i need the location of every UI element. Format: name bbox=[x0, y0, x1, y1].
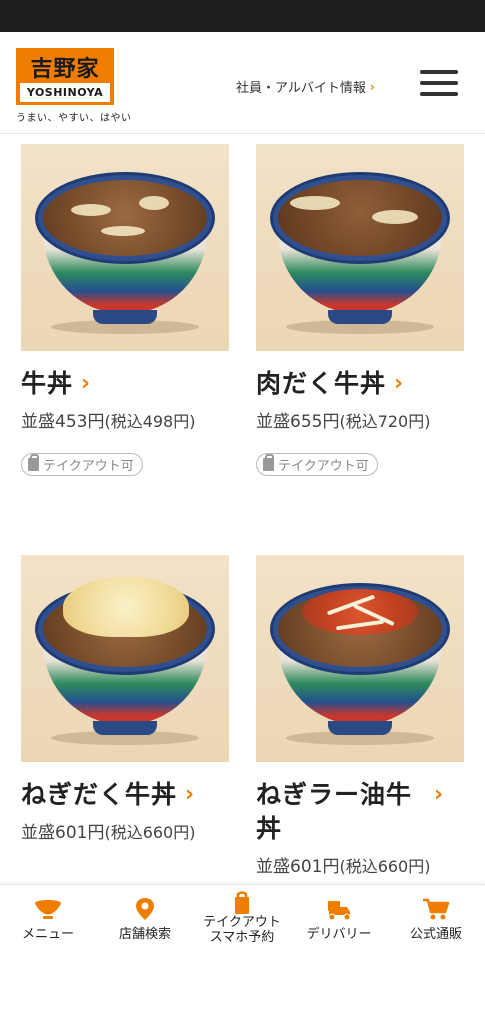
nav-delivery[interactable]: デリバリー bbox=[291, 897, 387, 942]
site-header: 吉野家 YOSHINOYA うまい、やすい、はやい 社員・アルバイト情報 › bbox=[0, 32, 485, 134]
menu-card-negidaku-gyudon[interactable]: ねぎだく牛丼 › 並盛601円(税込660円) bbox=[21, 555, 229, 850]
negi-rayu-gyudon-photo[interactable] bbox=[256, 555, 464, 762]
menu-card-title: ねぎラー油牛丼 bbox=[256, 780, 413, 843]
nav-store-search[interactable]: 店舗検索 bbox=[97, 897, 193, 942]
chevron-right-icon: › bbox=[394, 371, 404, 396]
takeout-bag-icon bbox=[28, 454, 39, 471]
logo-tagline: うまい、やすい、はやい bbox=[16, 113, 132, 124]
takeout-bag-icon bbox=[263, 454, 274, 471]
nav-official-shop-label: 公式通販 bbox=[409, 927, 462, 942]
price-tax-included: (税込720円) bbox=[339, 412, 431, 431]
price-tax-included: (税込660円) bbox=[339, 857, 431, 876]
logo-kanji: 吉野家 bbox=[30, 56, 100, 82]
price-regular: 並盛601円 bbox=[256, 857, 340, 877]
negidaku-gyudon-photo[interactable] bbox=[21, 555, 229, 762]
menu-card-price: 並盛655円(税込720円) bbox=[256, 405, 464, 439]
menu-card-negi-rayu-gyudon[interactable]: ねぎラー油牛丼 › 並盛601円(税込660円) bbox=[256, 555, 464, 884]
map-pin-icon bbox=[136, 898, 154, 920]
bottom-safe-area bbox=[0, 964, 485, 1024]
nav-delivery-label: デリバリー bbox=[306, 927, 372, 942]
logo-roman: YOSHINOYA bbox=[20, 83, 110, 102]
status-bar bbox=[0, 0, 485, 32]
recruit-link-label: 社員・アルバイト情報 bbox=[236, 81, 366, 96]
menu-card-title: ねぎだく牛丼 bbox=[21, 780, 178, 809]
price-tax-included: (税込660円) bbox=[104, 823, 196, 842]
takeout-available-badge: テイクアウト可 bbox=[21, 453, 143, 476]
menu-card-title-row[interactable]: ねぎラー油牛丼 › bbox=[256, 778, 464, 846]
nav-takeout-reservation[interactable]: テイクアウト スマホ予約 bbox=[194, 891, 290, 945]
nikudaku-gyudon-photo[interactable] bbox=[256, 144, 464, 351]
chevron-right-icon: › bbox=[81, 371, 91, 396]
takeout-badge-label: テイクアウト可 bbox=[43, 459, 134, 474]
chevron-right-icon: › bbox=[434, 782, 444, 807]
price-regular: 並盛601円 bbox=[21, 823, 105, 843]
nav-store-search-label: 店舗検索 bbox=[118, 927, 171, 942]
recruit-link[interactable]: 社員・アルバイト情報 › bbox=[236, 77, 375, 97]
nav-official-shop[interactable]: 公式通販 bbox=[388, 897, 484, 942]
hamburger-menu-icon[interactable] bbox=[420, 70, 460, 98]
menu-card-price: 並盛601円(税込660円) bbox=[21, 816, 229, 850]
yoshinoya-logo[interactable]: 吉野家 YOSHINOYA うまい、やすい、はやい bbox=[16, 48, 132, 124]
menu-card-gyudon[interactable]: 牛丼 › 並盛453円(税込498円) テイクアウト可 bbox=[21, 144, 229, 476]
menu-card-title: 牛丼 bbox=[21, 369, 74, 398]
menu-card-title-row[interactable]: 肉だく牛丼 › bbox=[256, 367, 464, 401]
nav-menu[interactable]: メニュー bbox=[0, 897, 96, 942]
nav-takeout-label-line1: テイクアウト bbox=[203, 915, 281, 930]
gyudon-photo[interactable] bbox=[21, 144, 229, 351]
menu-card-price: 並盛453円(税込498円) bbox=[21, 405, 229, 439]
nav-menu-label: メニュー bbox=[21, 927, 74, 942]
menu-card-nikudaku-gyudon[interactable]: 肉だく牛丼 › 並盛655円(税込720円) テイクアウト可 bbox=[256, 144, 464, 476]
nav-takeout-label-line2: スマホ予約 bbox=[209, 930, 275, 945]
shopping-cart-icon bbox=[423, 898, 450, 920]
takeout-bag-icon bbox=[235, 891, 249, 914]
menu-grid: 牛丼 › 並盛453円(税込498円) テイクアウト可 肉だく牛丼 › 並盛65… bbox=[0, 134, 485, 884]
price-regular: 並盛453円 bbox=[21, 412, 105, 432]
chevron-right-icon: › bbox=[185, 782, 195, 807]
delivery-scooter-icon bbox=[328, 901, 351, 921]
chevron-right-icon: › bbox=[369, 79, 375, 94]
bottom-navigation: メニュー 店舗検索 テイクアウト スマホ予約 デリバリー 公式通販 bbox=[0, 884, 485, 964]
price-regular: 並盛655円 bbox=[256, 412, 340, 432]
menu-card-title-row[interactable]: 牛丼 › bbox=[21, 367, 229, 401]
logo-badge: 吉野家 YOSHINOYA bbox=[16, 48, 114, 105]
menu-card-title-row[interactable]: ねぎだく牛丼 › bbox=[21, 778, 229, 812]
price-tax-included: (税込498円) bbox=[104, 412, 196, 431]
takeout-badge-label: テイクアウト可 bbox=[278, 459, 369, 474]
takeout-available-badge: テイクアウト可 bbox=[256, 453, 378, 476]
menu-card-price: 並盛601円(税込660円) bbox=[256, 850, 464, 884]
menu-card-title: 肉だく牛丼 bbox=[256, 369, 387, 398]
bowl-icon bbox=[35, 900, 61, 919]
